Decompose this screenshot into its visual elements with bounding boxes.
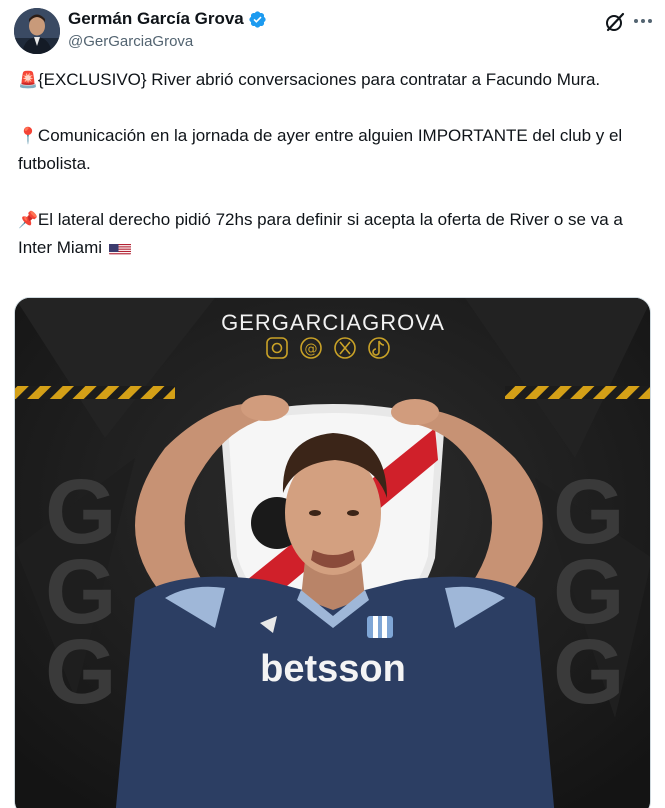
author-name-row: Germán García Grova (68, 9, 267, 29)
paragraph-text: {EXCLUSIVO} River abrió conversaciones p… (37, 70, 601, 89)
pushpin-icon: 📌 (18, 210, 38, 229)
author-display-name[interactable]: Germán García Grova (68, 9, 244, 29)
watermark-title: GERGARCIAGROVA (221, 310, 445, 335)
more-button[interactable] (631, 9, 655, 33)
grok-button[interactable] (603, 10, 627, 34)
author-avatar[interactable] (14, 8, 60, 54)
siren-icon: 🚨 (18, 70, 38, 89)
more-icon (634, 19, 652, 23)
author-handle[interactable]: @GerGarciaGrova (68, 33, 193, 50)
tweet-media-image[interactable]: G G G G G G GERGARCIAGROVA @ betsson (14, 297, 651, 808)
bg-letter: G (45, 621, 117, 723)
tweet-paragraph: 📌El lateral derecho pidió 72hs para defi… (18, 206, 650, 262)
tweet-text: 🚨{EXCLUSIVO} River abrió conversaciones … (18, 66, 650, 262)
grok-icon (606, 12, 625, 32)
round-pushpin-icon: 📍 (18, 126, 38, 145)
tweet-paragraph: 📍Comunicación en la jornada de ayer entr… (18, 122, 650, 178)
avatar-image (14, 8, 60, 54)
player-photo-graphic: G G G G G G GERGARCIAGROVA @ betsson (15, 298, 650, 808)
hazard-stripe-left (15, 386, 175, 399)
paragraph-text: Comunicación en la jornada de ayer entre… (18, 126, 623, 173)
hazard-stripe-right (505, 386, 650, 399)
bg-letter: G (553, 621, 625, 723)
player-figure: betsson (115, 395, 555, 808)
svg-text:@: @ (305, 342, 318, 357)
us-flag-icon (108, 240, 131, 255)
verified-badge-icon (249, 10, 266, 28)
tweet-paragraph: 🚨{EXCLUSIVO} River abrió conversaciones … (18, 66, 650, 94)
shirt-sponsor: betsson (260, 648, 406, 690)
racing-crest (367, 616, 393, 638)
